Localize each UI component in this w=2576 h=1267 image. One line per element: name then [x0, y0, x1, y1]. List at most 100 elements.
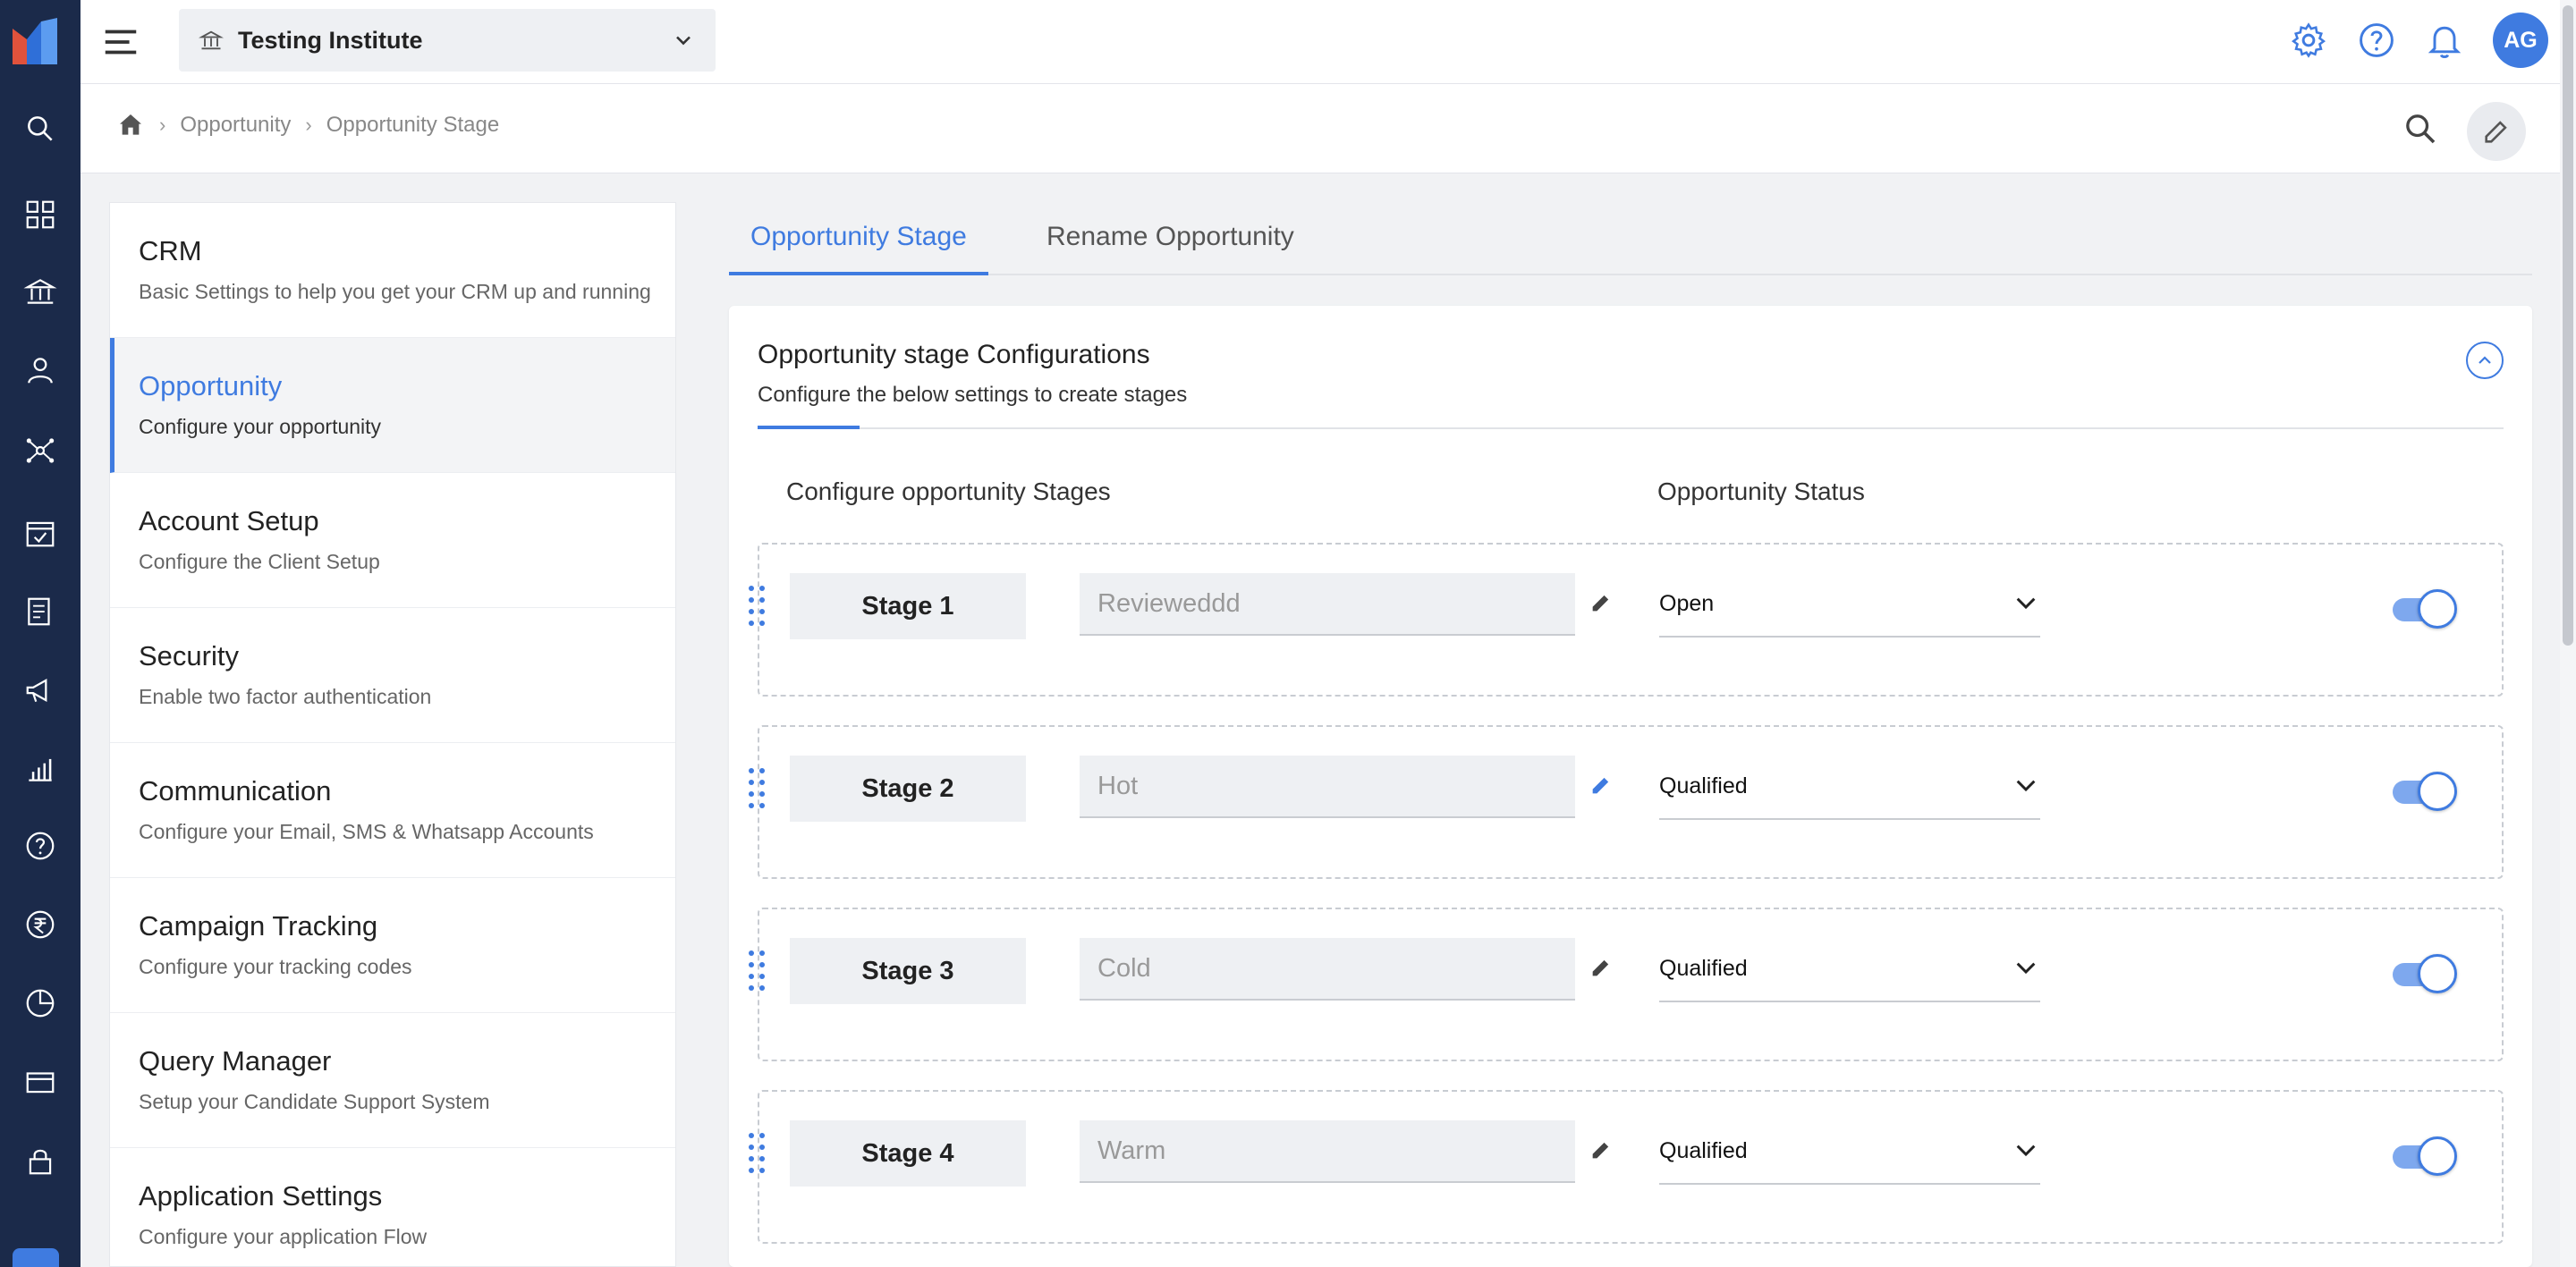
menu-toggle-button[interactable] [100, 21, 141, 63]
nav-analytics[interactable] [0, 730, 80, 808]
help-icon [2360, 23, 2394, 57]
column-header-status: Opportunity Status [1657, 477, 1865, 505]
nav-users[interactable] [0, 331, 80, 410]
menu-item-description: Configure your application Flow [139, 1225, 428, 1248]
settings-menu-application-settings[interactable]: Application Settings Configure your appl… [110, 1148, 675, 1267]
menu-item-title: Account Setup [139, 505, 319, 536]
hamburger-icon [105, 30, 137, 55]
chevron-right-icon: › [159, 114, 166, 136]
page-scrollbar[interactable] [2560, 0, 2576, 1267]
nav-calendar[interactable] [0, 494, 80, 572]
settings-menu-campaign-tracking[interactable]: Campaign Tracking Configure your trackin… [110, 878, 675, 1013]
user-avatar[interactable]: AG [2493, 13, 2548, 68]
nav-reports[interactable] [0, 572, 80, 651]
help-icon [26, 832, 55, 860]
notifications-button[interactable] [2422, 18, 2467, 63]
nav-security[interactable] [0, 1121, 80, 1200]
stage-enable-toggle[interactable] [2393, 954, 2457, 993]
menu-item-title: Campaign Tracking [139, 910, 378, 942]
drag-handle[interactable] [747, 584, 767, 627]
search-icon [2406, 114, 2436, 144]
settings-menu-crm[interactable]: CRM Basic Settings to help you get your … [110, 203, 675, 338]
pie-chart-icon [26, 989, 55, 1018]
top-bar: Testing Institute AG [80, 0, 2576, 84]
card-icon [26, 1072, 55, 1094]
settings-menu-query-manager[interactable]: Query Manager Setup your Candidate Suppo… [110, 1013, 675, 1148]
nav-search[interactable] [0, 89, 80, 168]
network-icon [26, 438, 55, 463]
stage-name-input[interactable] [1080, 1120, 1575, 1183]
chevron-up-icon [2479, 356, 2491, 364]
stage-enable-toggle[interactable] [2393, 772, 2457, 811]
stage-edit-button[interactable] [1582, 766, 1620, 804]
chat-launcher-button[interactable] [13, 1248, 59, 1267]
nav-insights[interactable] [0, 964, 80, 1043]
card-title: Opportunity stage Configurations [758, 340, 1150, 369]
status-dropdown[interactable]: Qualified [1659, 754, 2040, 820]
stage-enable-toggle[interactable] [2393, 589, 2457, 629]
dashboard-icon [26, 200, 55, 229]
stage-edit-button[interactable] [1582, 1131, 1620, 1169]
stage-name-input[interactable] [1080, 756, 1575, 818]
settings-menu-account-setup[interactable]: Account Setup Configure the Client Setup [110, 473, 675, 608]
stage-enable-toggle[interactable] [2393, 1136, 2457, 1176]
nav-campaigns[interactable] [0, 651, 80, 730]
stage-edit-button[interactable] [1582, 949, 1620, 986]
stage-label: Stage 3 [790, 938, 1026, 1004]
app-logo[interactable] [0, 0, 80, 84]
status-value: Qualified [1659, 1137, 1748, 1163]
status-dropdown[interactable]: Qualified [1659, 1119, 2040, 1185]
settings-button[interactable] [2286, 18, 2331, 63]
nav-help[interactable] [0, 807, 80, 885]
help-button[interactable] [2354, 18, 2399, 63]
page-search-button[interactable] [2397, 106, 2444, 152]
menu-item-title: CRM [139, 235, 202, 266]
page-edit-button[interactable] [2467, 102, 2526, 161]
stage-row: Stage 2 Qualified [749, 725, 2504, 879]
chevron-down-icon [2016, 780, 2036, 792]
chevron-down-icon [676, 36, 691, 46]
institution-icon [199, 30, 224, 50]
breadcrumb-opportunity-stage: Opportunity Stage [326, 113, 500, 137]
menu-item-description: Configure your opportunity [139, 415, 382, 438]
stage-name-input[interactable] [1080, 938, 1575, 1001]
tab-opportunity-stage[interactable]: Opportunity Stage [729, 222, 988, 275]
scrollbar-thumb[interactable] [2563, 5, 2573, 646]
drag-dots-icon [749, 586, 765, 626]
stage-name-input[interactable] [1080, 573, 1575, 636]
breadcrumb-opportunity[interactable]: Opportunity [180, 113, 291, 138]
drag-handle[interactable] [747, 766, 767, 809]
menu-item-description: Enable two factor authentication [139, 685, 432, 708]
menu-item-description: Configure your Email, SMS & Whatsapp Acc… [139, 820, 594, 843]
settings-menu-security[interactable]: Security Enable two factor authenticatio… [110, 608, 675, 743]
menu-item-title: Security [139, 640, 239, 672]
home-icon[interactable] [116, 111, 145, 139]
institute-selector[interactable]: Testing Institute [179, 9, 716, 72]
stage-label: Stage 2 [790, 756, 1026, 822]
stage-row: Stage 4 Qualified [749, 1090, 2504, 1244]
collapse-button[interactable] [2466, 342, 2504, 379]
menu-item-title: Communication [139, 775, 332, 807]
nav-payments[interactable] [0, 885, 80, 964]
nav-network[interactable] [0, 411, 80, 490]
nav-institution[interactable] [0, 252, 80, 331]
drag-handle[interactable] [747, 1131, 767, 1174]
bell-icon [2428, 26, 2462, 59]
nav-billing[interactable] [0, 1043, 80, 1121]
stage-edit-button[interactable] [1582, 584, 1620, 621]
status-dropdown[interactable]: Qualified [1659, 936, 2040, 1002]
megaphone-icon [26, 679, 47, 703]
settings-menu-opportunity[interactable]: Opportunity Configure your opportunity [110, 338, 675, 473]
tab-bar: Opportunity Stage Rename Opportunity [729, 202, 2532, 275]
menu-item-title: Opportunity [139, 370, 283, 401]
institution-icon [23, 279, 57, 304]
drag-dots-icon [749, 950, 765, 991]
tab-rename-opportunity[interactable]: Rename Opportunity [1046, 222, 1294, 272]
divider-accent [758, 426, 860, 429]
drag-handle[interactable] [747, 949, 767, 992]
nav-dashboard[interactable] [0, 175, 80, 254]
status-dropdown[interactable]: Open [1659, 571, 2040, 638]
column-header-stages: Configure opportunity Stages [786, 477, 1111, 505]
settings-menu-communication[interactable]: Communication Configure your Email, SMS … [110, 743, 675, 878]
stage-label: Stage 4 [790, 1120, 1026, 1187]
